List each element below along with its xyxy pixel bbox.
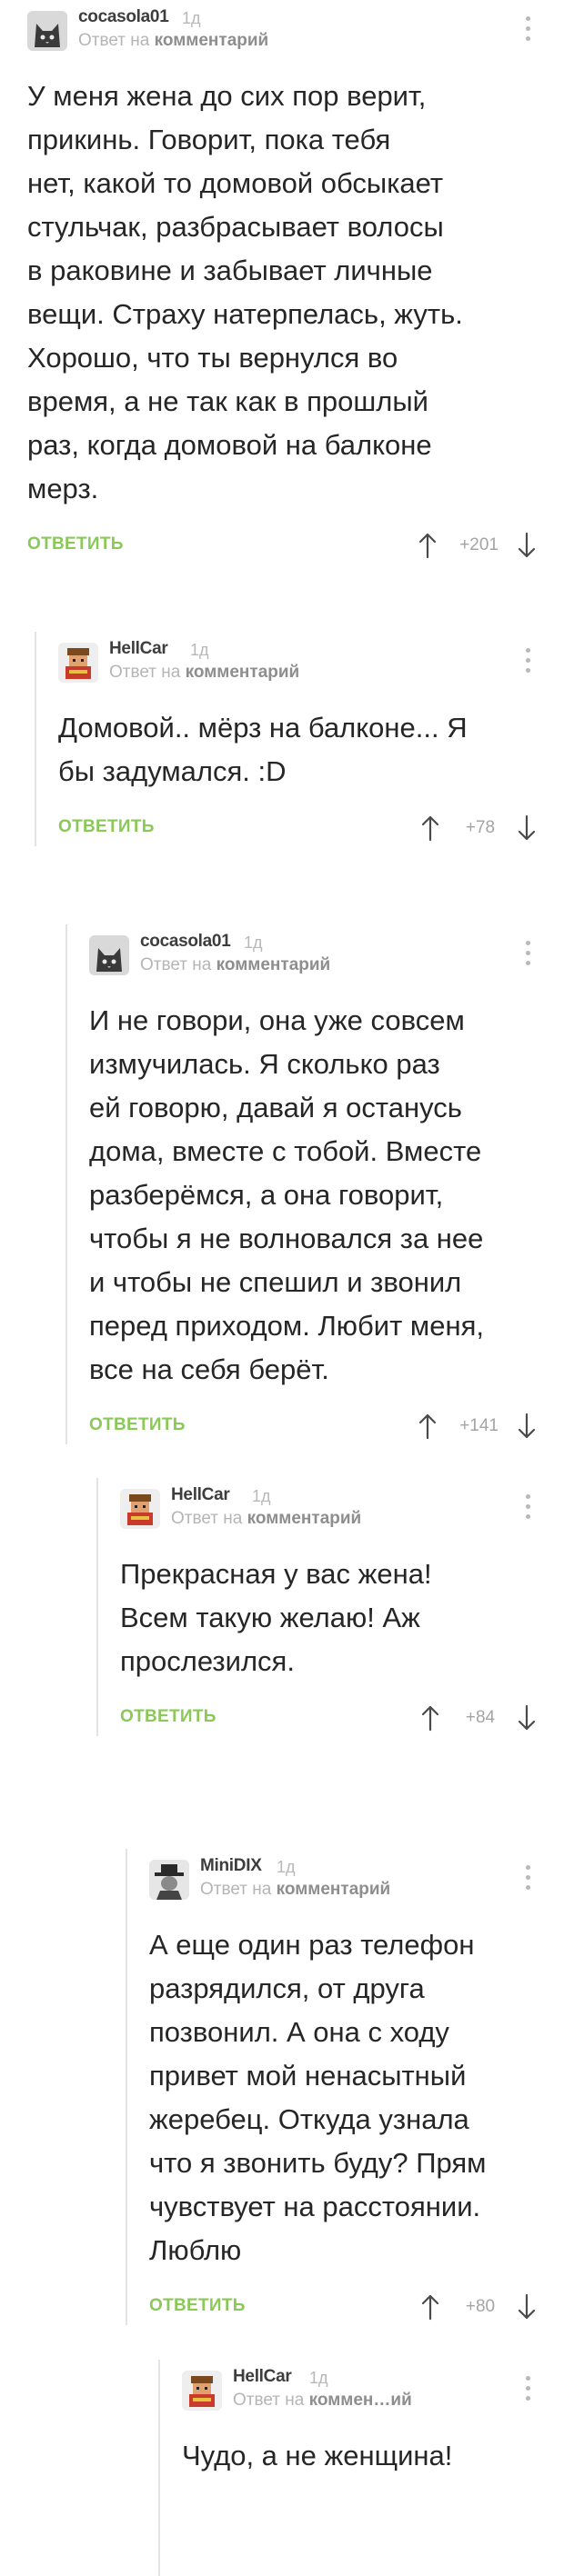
reply-info: Ответ на комментарий bbox=[171, 1509, 361, 1529]
comment-header: HellCar 1д Ответ на коммен…ий bbox=[182, 2360, 537, 2423]
reply-info: Ответ на комментарий bbox=[200, 1880, 390, 1900]
more-options-icon[interactable] bbox=[519, 934, 537, 972]
reply-to-label: Ответ на bbox=[171, 1509, 243, 1528]
comment-footer: ОТВЕТИТЬ +80 bbox=[149, 2289, 537, 2325]
reply-info: Ответ на коммен…ий bbox=[233, 2391, 412, 2411]
comment-4: HellCar 1д Ответ на комментарий Прекрасн… bbox=[96, 1478, 537, 1736]
comment-age: 1д bbox=[182, 9, 201, 27]
comment-thread: cocasola01 1д Ответ на комментарий У мен… bbox=[0, 0, 564, 2576]
author-name[interactable]: cocasola01 bbox=[78, 7, 169, 27]
reply-to-label: Ответ на bbox=[109, 663, 181, 682]
parent-comment-link[interactable]: комментарий bbox=[155, 31, 269, 50]
comment-footer: ОТВЕТИТЬ +201 bbox=[27, 527, 537, 564]
comment-score: +84 bbox=[465, 1708, 496, 1727]
comment-text: Домовой.. мёрз на балконе... Я бы задума… bbox=[58, 712, 468, 787]
reply-button[interactable]: ОТВЕТИТЬ bbox=[120, 1707, 217, 1727]
thread-line bbox=[65, 924, 67, 1444]
comment-header: cocasola01 1д Ответ на комментарий bbox=[89, 924, 537, 988]
comment-text: Прекрасная у вас жена! Всем такую желаю!… bbox=[120, 1558, 432, 1677]
downvote-arrow-icon[interactable] bbox=[517, 1413, 537, 1440]
comment-text: У меня жена до сих пор верит, прикинь. Г… bbox=[27, 80, 463, 504]
comment-score: +201 bbox=[459, 535, 499, 554]
thread-line bbox=[96, 1478, 98, 1736]
more-options-icon[interactable] bbox=[519, 1487, 537, 1525]
author-name[interactable]: HellCar bbox=[233, 2367, 292, 2387]
reply-to-label: Ответ на bbox=[140, 955, 212, 974]
author-name[interactable]: cocasola01 bbox=[140, 932, 231, 952]
comment-2: HellCar 1д Ответ на комментарий Домовой.… bbox=[35, 632, 537, 846]
comment-1: cocasola01 1д Ответ на комментарий У мен… bbox=[27, 0, 537, 564]
downvote-arrow-icon[interactable] bbox=[517, 1704, 537, 1732]
reply-info: Ответ на комментарий bbox=[78, 31, 268, 51]
thread-line bbox=[126, 1849, 127, 2325]
comment-header: MiniDIX 1д Ответ на комментарий bbox=[149, 1849, 537, 1912]
pixel-character-avatar-icon[interactable] bbox=[120, 1489, 160, 1529]
cat-avatar-icon[interactable] bbox=[27, 11, 67, 51]
upvote-arrow-icon[interactable] bbox=[420, 2293, 440, 2321]
reply-button[interactable]: ОТВЕТИТЬ bbox=[58, 817, 155, 837]
comment-header: HellCar 1д Ответ на комментарий bbox=[58, 632, 537, 695]
author-name[interactable]: HellCar bbox=[171, 1485, 230, 1505]
downvote-arrow-icon[interactable] bbox=[517, 814, 537, 842]
comment-age: 1д bbox=[244, 934, 263, 952]
comment-text: И не говори, она уже совсем измучилась. … bbox=[89, 1004, 484, 1385]
comment-age: 1д bbox=[252, 1487, 271, 1505]
comment-score: +141 bbox=[459, 1416, 499, 1435]
more-options-icon[interactable] bbox=[519, 641, 537, 679]
author-name[interactable]: MiniDIX bbox=[200, 1856, 262, 1876]
downvote-arrow-icon[interactable] bbox=[517, 532, 537, 559]
upvote-arrow-icon[interactable] bbox=[418, 532, 438, 559]
vote-controls: +80 bbox=[420, 2289, 537, 2325]
more-options-icon[interactable] bbox=[519, 1858, 537, 1896]
upvote-arrow-icon[interactable] bbox=[418, 1413, 438, 1440]
reply-button[interactable]: ОТВЕТИТЬ bbox=[27, 534, 124, 554]
pixel-character-avatar-icon[interactable] bbox=[182, 2371, 222, 2411]
reply-info: Ответ на комментарий bbox=[109, 663, 299, 683]
vote-controls: +84 bbox=[420, 1700, 537, 1736]
comment-text: Чудо, а не женщина! bbox=[182, 2440, 453, 2471]
reply-to-label: Ответ на bbox=[233, 2391, 305, 2410]
comment-footer: ОТВЕТИТЬ +84 bbox=[120, 1700, 537, 1736]
pixel-character-avatar-icon[interactable] bbox=[58, 643, 98, 683]
parent-comment-link[interactable]: комментарий bbox=[277, 1880, 391, 1899]
comment-5: MiniDIX 1д Ответ на комментарий А еще од… bbox=[126, 1849, 537, 2325]
reply-button[interactable]: ОТВЕТИТЬ bbox=[149, 2296, 246, 2316]
thread-line bbox=[158, 2360, 160, 2576]
vote-controls: +78 bbox=[420, 810, 537, 846]
comment-3: cocasola01 1д Ответ на комментарий И не … bbox=[65, 924, 537, 1444]
comment-age: 1д bbox=[190, 641, 209, 659]
reply-to-label: Ответ на bbox=[78, 31, 150, 50]
hat-figure-avatar-icon[interactable] bbox=[149, 1860, 189, 1900]
parent-comment-link[interactable]: комментарий bbox=[217, 955, 331, 974]
upvote-arrow-icon[interactable] bbox=[420, 1704, 440, 1732]
downvote-arrow-icon[interactable] bbox=[517, 2293, 537, 2321]
reply-button[interactable]: ОТВЕТИТЬ bbox=[89, 1415, 186, 1435]
parent-comment-link[interactable]: комментарий bbox=[186, 663, 300, 682]
upvote-arrow-icon[interactable] bbox=[420, 814, 440, 842]
reply-info: Ответ на комментарий bbox=[140, 955, 330, 975]
vote-controls: +201 bbox=[418, 527, 537, 564]
comment-age: 1д bbox=[309, 2369, 328, 2387]
vote-controls: +141 bbox=[418, 1408, 537, 1444]
comment-footer: ОТВЕТИТЬ +78 bbox=[58, 810, 537, 846]
comment-footer: ОТВЕТИТЬ +141 bbox=[89, 1408, 537, 1444]
comment-score: +78 bbox=[465, 818, 496, 837]
comment-header: cocasola01 1д Ответ на комментарий bbox=[27, 0, 537, 64]
more-options-icon[interactable] bbox=[519, 9, 537, 47]
comment-age: 1д bbox=[277, 1858, 296, 1876]
reply-to-label: Ответ на bbox=[200, 1880, 272, 1899]
comment-6: HellCar 1д Ответ на коммен…ий Чудо, а не… bbox=[158, 2360, 537, 2576]
comment-header: HellCar 1д Ответ на комментарий bbox=[120, 1478, 537, 1542]
more-options-icon[interactable] bbox=[519, 2369, 537, 2407]
parent-comment-link[interactable]: комментарий bbox=[247, 1509, 362, 1528]
comment-score: +80 bbox=[465, 2297, 496, 2316]
comment-text: А еще один раз телефон разрядился, от др… bbox=[149, 1929, 487, 2266]
thread-line bbox=[35, 632, 36, 846]
parent-comment-link[interactable]: коммен…ий bbox=[309, 2391, 412, 2410]
cat-avatar-icon[interactable] bbox=[89, 935, 129, 975]
author-name[interactable]: HellCar bbox=[109, 639, 168, 659]
